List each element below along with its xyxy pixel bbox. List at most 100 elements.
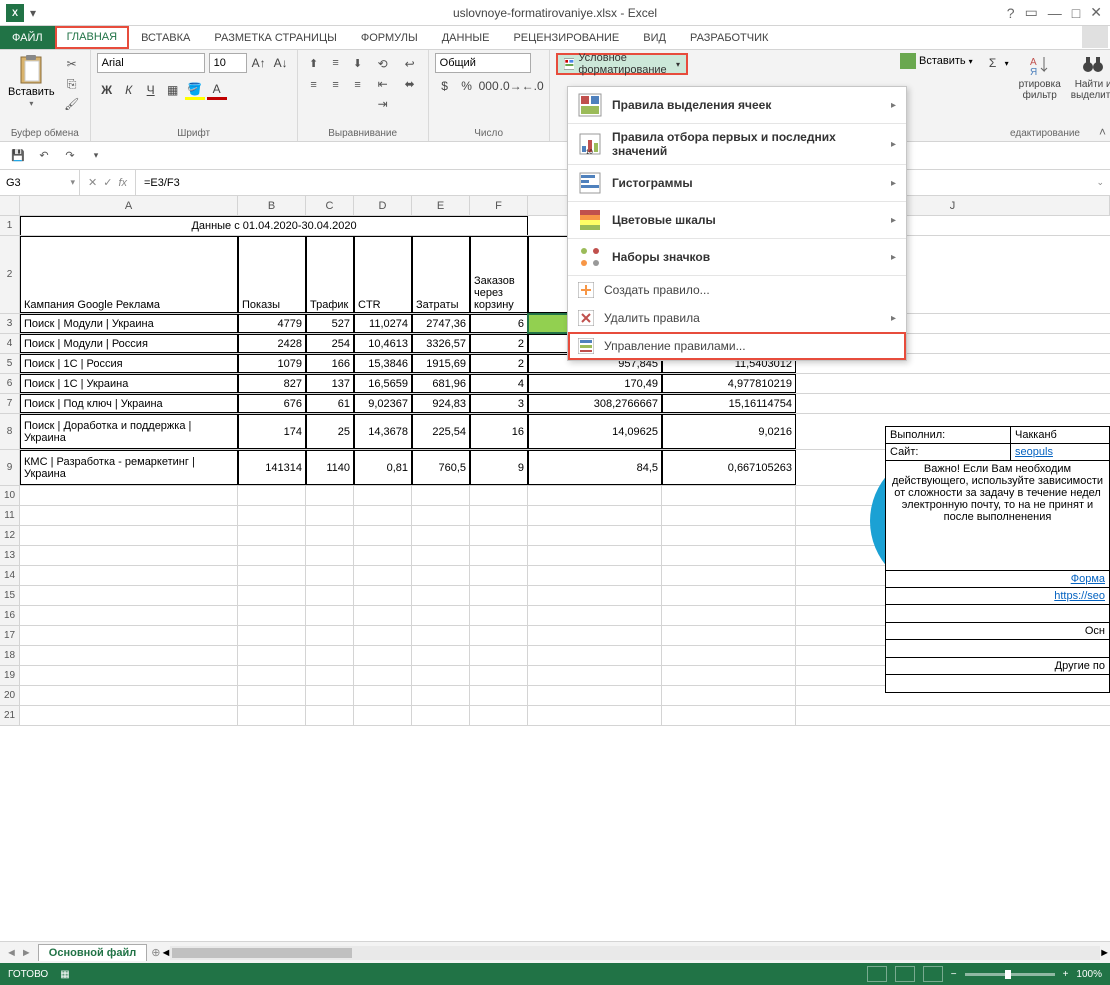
ribbon-display-icon[interactable]: ▭ <box>1025 4 1038 21</box>
row-header[interactable]: 14 <box>0 566 20 585</box>
maximize-icon[interactable]: □ <box>1072 5 1080 21</box>
row-header[interactable]: 1 <box>0 216 20 235</box>
increase-font-icon[interactable]: A↑ <box>249 53 269 73</box>
cell-header-cost[interactable]: Затраты <box>412 236 470 313</box>
align-center-icon[interactable]: ≡ <box>326 75 346 95</box>
tab-developer[interactable]: РАЗРАБОТЧИК <box>678 26 780 49</box>
row-header[interactable]: 17 <box>0 626 20 645</box>
cell[interactable]: 2 <box>470 334 528 353</box>
col-header-c[interactable]: C <box>306 196 354 215</box>
row-header[interactable]: 9 <box>0 450 20 485</box>
collapse-ribbon-icon[interactable]: ˄ <box>1099 125 1106 139</box>
merge-cells-icon[interactable]: ⬌ <box>400 75 420 93</box>
cell[interactable]: 1140 <box>306 450 354 485</box>
menu-data-bars[interactable]: Гистограммы ▸ <box>568 165 906 202</box>
qat-dropdown-icon[interactable]: ▾ <box>30 6 36 20</box>
fx-icon[interactable]: fx <box>118 177 127 189</box>
url-link[interactable]: https://seo <box>1054 590 1105 602</box>
page-layout-view-icon[interactable] <box>895 966 915 982</box>
row-header[interactable]: 3 <box>0 314 20 333</box>
orientation-icon[interactable]: ⟲ <box>373 55 393 73</box>
redo-icon[interactable]: ↷ <box>60 146 80 166</box>
normal-view-icon[interactable] <box>867 966 887 982</box>
row-header[interactable]: 5 <box>0 354 20 373</box>
expand-formula-bar-icon[interactable]: ⌄ <box>1096 177 1110 188</box>
menu-top-bottom[interactable]: 10 Правила отбора первых и последних зна… <box>568 124 906 165</box>
format-painter-icon[interactable]: 🖌 <box>62 95 82 113</box>
undo-icon[interactable]: ↶ <box>34 146 54 166</box>
row-header[interactable]: 6 <box>0 374 20 393</box>
row-header[interactable]: 20 <box>0 686 20 705</box>
cell[interactable]: 84,5 <box>528 450 662 485</box>
align-bottom-icon[interactable]: ⬇ <box>348 53 368 73</box>
menu-new-rule[interactable]: Создать правило... <box>568 276 906 304</box>
enter-formula-icon[interactable]: ✓ <box>103 176 112 189</box>
menu-color-scales[interactable]: Цветовые шкалы ▸ <box>568 202 906 239</box>
col-header-e[interactable]: E <box>412 196 470 215</box>
cancel-formula-icon[interactable]: ✕ <box>88 176 97 189</box>
cell[interactable]: 676 <box>238 394 306 413</box>
cell-header-orders[interactable]: Заказов через корзину <box>470 236 528 313</box>
zoom-slider[interactable] <box>965 973 1055 976</box>
tab-formulas[interactable]: ФОРМУЛЫ <box>349 26 430 49</box>
conditional-formatting-button[interactable]: Условное форматирование ▾ <box>556 53 688 75</box>
tab-insert[interactable]: ВСТАВКА <box>129 26 202 49</box>
col-header-b[interactable]: B <box>238 196 306 215</box>
menu-highlight-cells[interactable]: Правила выделения ячеек ▸ <box>568 87 906 124</box>
align-left-icon[interactable]: ≡ <box>304 75 324 95</box>
row-header[interactable]: 15 <box>0 586 20 605</box>
tab-file[interactable]: ФАЙЛ <box>0 26 55 49</box>
decrease-decimal-icon[interactable]: ←.0 <box>523 76 543 96</box>
italic-button[interactable]: К <box>119 80 139 100</box>
cell[interactable]: 3 <box>470 394 528 413</box>
cell[interactable]: 681,96 <box>412 374 470 393</box>
cell[interactable]: 9,02367 <box>354 394 412 413</box>
cell[interactable]: 254 <box>306 334 354 353</box>
row-header[interactable]: 16 <box>0 606 20 625</box>
cell[interactable]: 308,2766667 <box>528 394 662 413</box>
increase-decimal-icon[interactable]: .0→ <box>501 76 521 96</box>
cell[interactable]: 9 <box>470 450 528 485</box>
font-color-button[interactable]: A <box>207 80 227 100</box>
cut-icon[interactable]: ✂ <box>62 55 82 73</box>
cell[interactable]: 1079 <box>238 354 306 373</box>
wrap-text-icon[interactable]: ↩ <box>400 55 420 73</box>
cell[interactable]: 527 <box>306 314 354 333</box>
site-link[interactable]: seopuls <box>1015 446 1053 458</box>
cell[interactable]: 170,49 <box>528 374 662 393</box>
paste-button[interactable]: Вставить ▾ <box>6 53 57 110</box>
cell[interactable]: 4,977810219 <box>662 374 796 393</box>
row-header[interactable]: 19 <box>0 666 20 685</box>
underline-button[interactable]: Ч <box>141 80 161 100</box>
menu-clear-rules[interactable]: Удалить правила ▸ <box>568 304 906 332</box>
increase-indent-icon[interactable]: ⇥ <box>373 95 393 113</box>
col-header-d[interactable]: D <box>354 196 412 215</box>
cell[interactable]: Поиск | 1С | Украина <box>20 374 238 393</box>
cell[interactable]: 0,81 <box>354 450 412 485</box>
row-header[interactable]: 8 <box>0 414 20 449</box>
qat-customize-icon[interactable]: ▾ <box>86 146 106 166</box>
cell[interactable]: 1915,69 <box>412 354 470 373</box>
cell[interactable]: 141314 <box>238 450 306 485</box>
cell[interactable]: 0,667105263 <box>662 450 796 485</box>
row-header[interactable]: 11 <box>0 506 20 525</box>
sort-filter-button[interactable]: АЯ ртировка фильтр <box>1019 53 1061 101</box>
cell[interactable]: 16,5659 <box>354 374 412 393</box>
cell[interactable]: 4779 <box>238 314 306 333</box>
help-icon[interactable]: ? <box>1007 5 1015 21</box>
cell[interactable]: 174 <box>238 414 306 449</box>
cell[interactable]: 2428 <box>238 334 306 353</box>
comma-format-icon[interactable]: 000 <box>479 76 499 96</box>
row-header[interactable]: 4 <box>0 334 20 353</box>
fill-color-button[interactable]: 🪣 <box>185 80 205 100</box>
sheet-nav-next-icon[interactable]: ► <box>21 947 32 959</box>
cell[interactable]: Поиск | 1С | Россия <box>20 354 238 373</box>
cell[interactable]: 924,83 <box>412 394 470 413</box>
minimize-icon[interactable]: ― <box>1048 5 1062 21</box>
form-link[interactable]: Форма <box>1071 573 1105 585</box>
cell-header-ctr[interactable]: CTR <box>354 236 412 313</box>
col-header-f[interactable]: F <box>470 196 528 215</box>
macro-record-icon[interactable]: ▦ <box>60 969 69 980</box>
cell[interactable]: 61 <box>306 394 354 413</box>
menu-manage-rules[interactable]: Управление правилами... <box>568 332 906 360</box>
